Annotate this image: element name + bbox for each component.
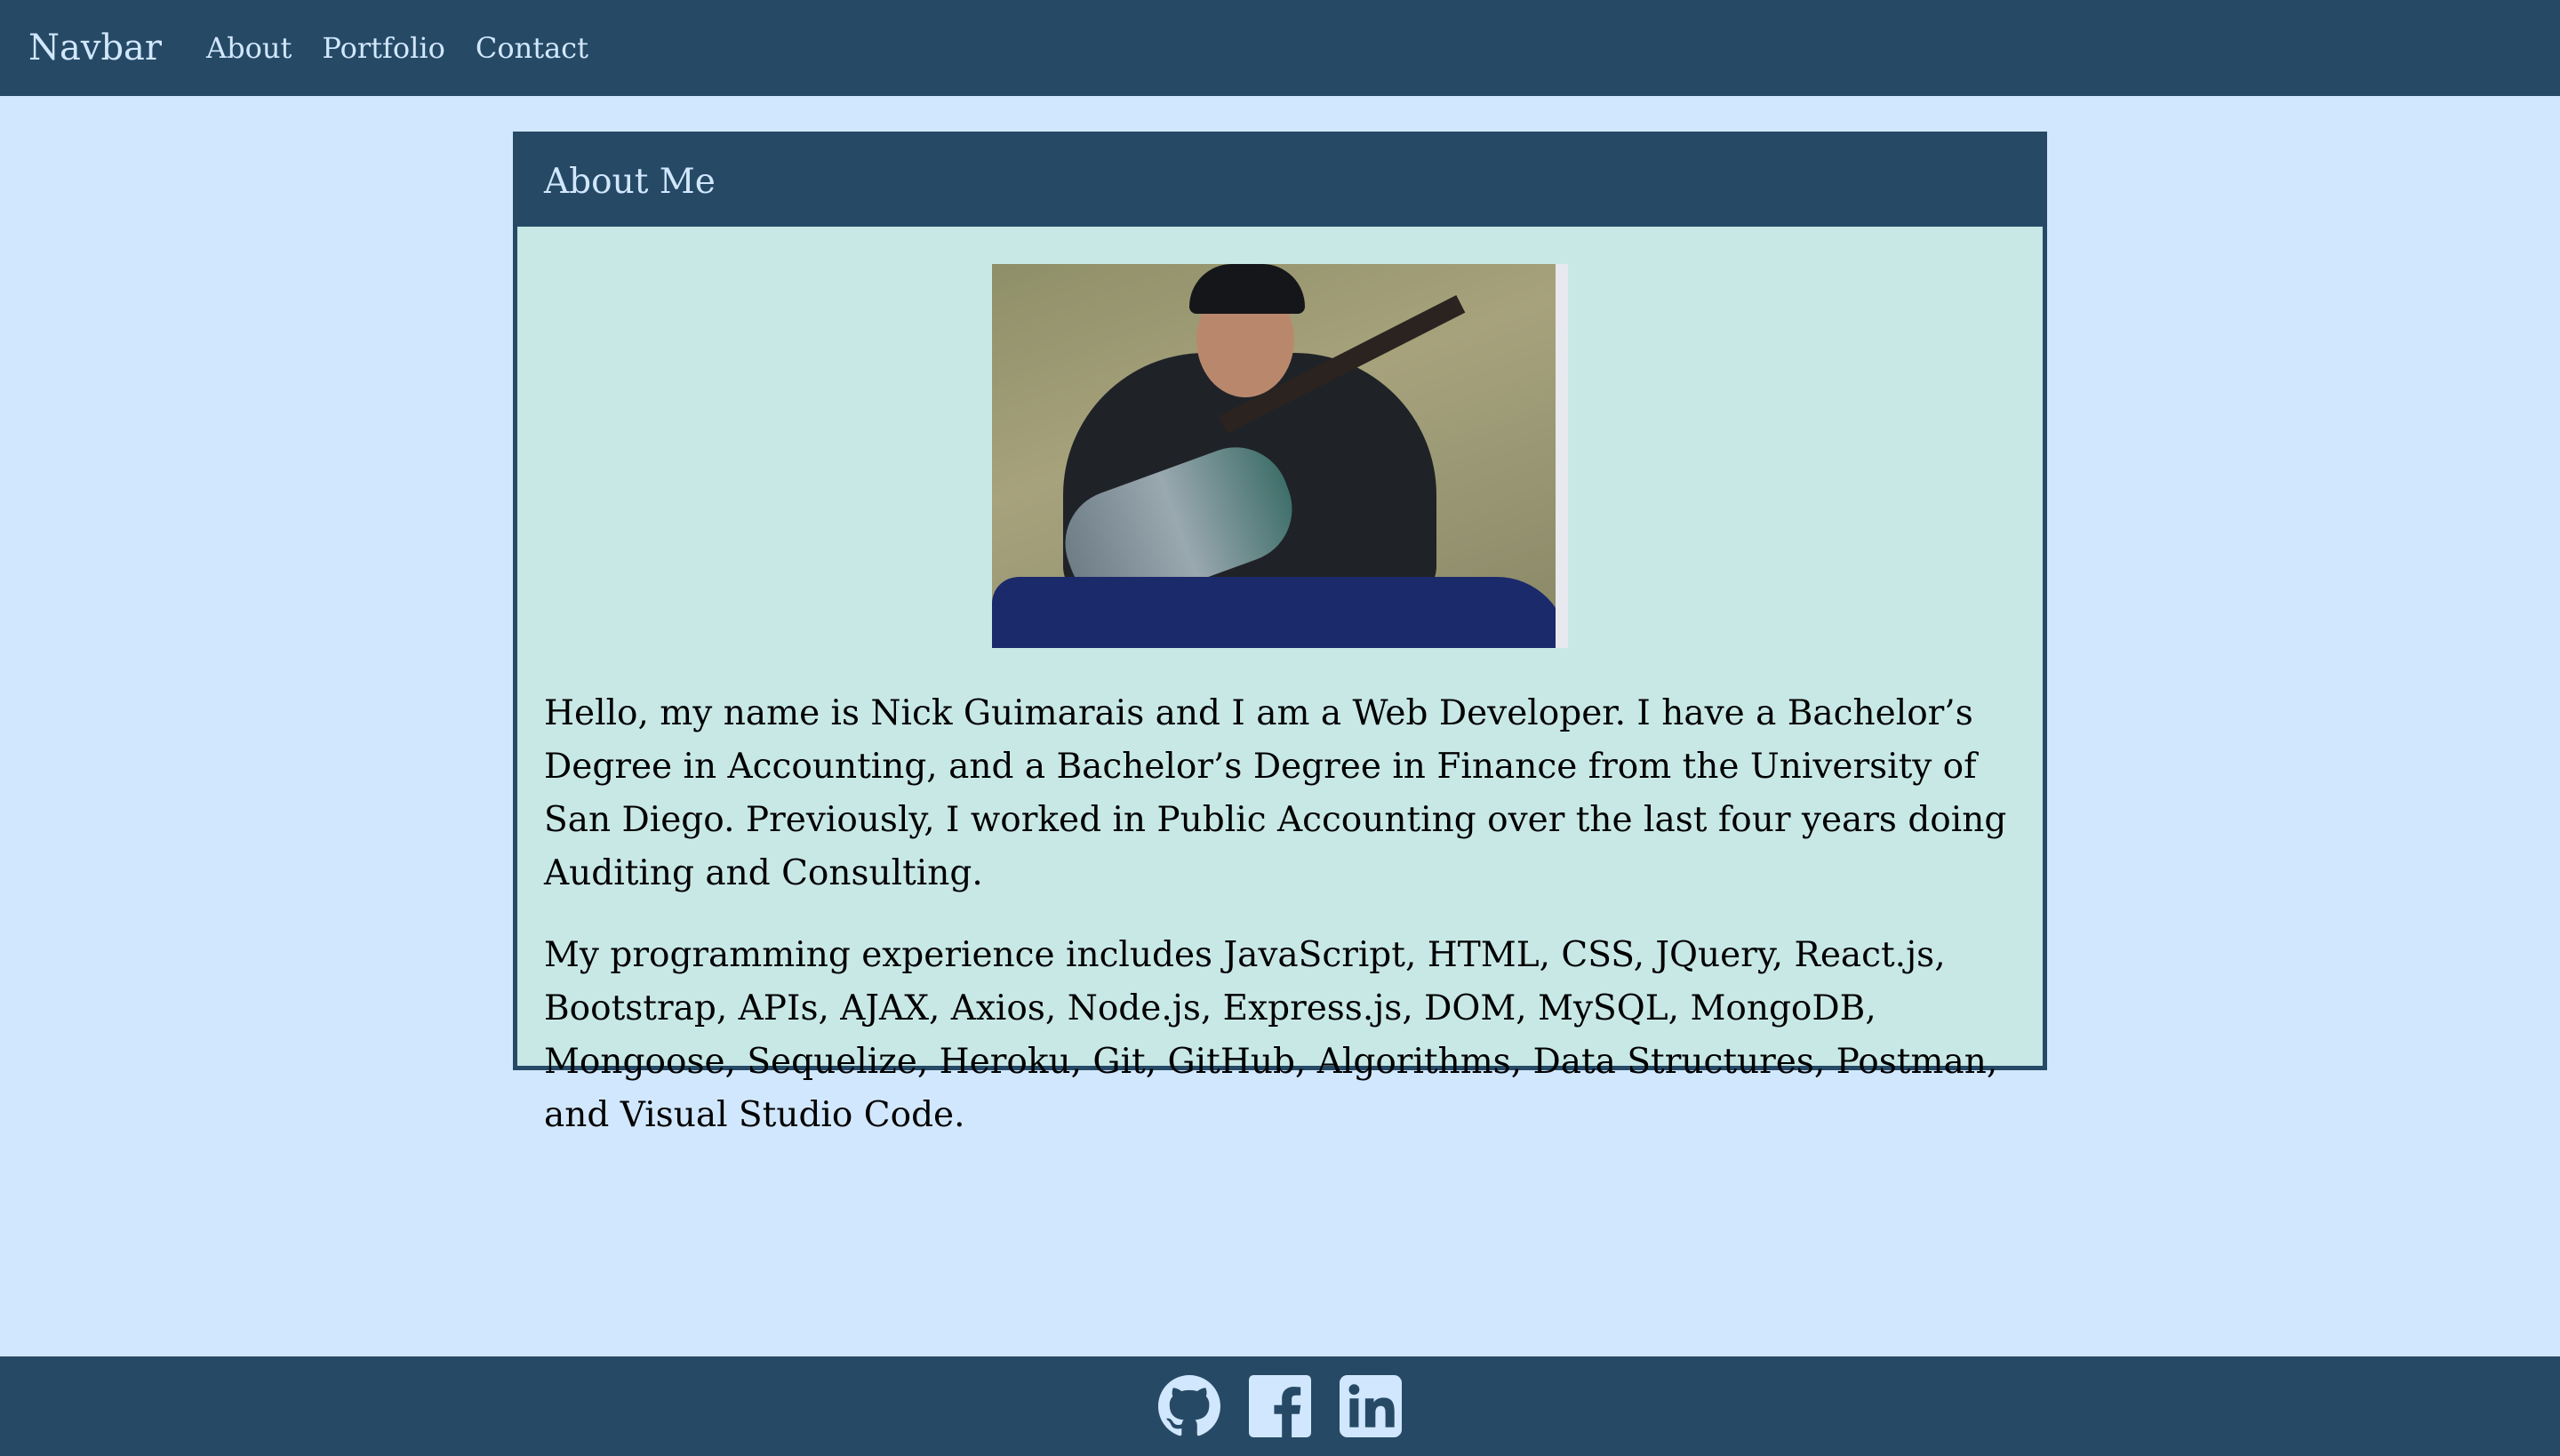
about-card: About Me Hello, my name is Nick Guimarai…: [513, 132, 2047, 1135]
card-body: Hello, my name is Nick Guimarais and I a…: [517, 264, 2043, 1142]
nav-link-portfolio[interactable]: Portfolio: [322, 31, 445, 65]
about-paragraph-2: My programming experience includes JavaS…: [544, 935, 1998, 1135]
photo-edge-shape: [1556, 264, 1568, 648]
about-paragraph-1: Hello, my name is Nick Guimarais and I a…: [544, 693, 2007, 893]
card-header: About Me: [517, 136, 2043, 227]
github-icon[interactable]: [1158, 1375, 1220, 1437]
card-title: About Me: [544, 161, 716, 202]
nav-link-contact[interactable]: Contact: [476, 31, 588, 65]
photo-blanket-shape: [992, 577, 1568, 648]
facebook-icon[interactable]: [1249, 1375, 1311, 1437]
nav-link-about[interactable]: About: [206, 31, 292, 65]
footer: [0, 1356, 2560, 1456]
navbar: Navbar About Portfolio Contact: [0, 0, 2560, 96]
linkedin-icon[interactable]: [1340, 1375, 1402, 1437]
photo-cap-shape: [1189, 264, 1305, 314]
profile-photo: [992, 264, 1568, 648]
navbar-brand[interactable]: Navbar: [28, 28, 162, 68]
photo-wrapper: [544, 264, 2016, 648]
